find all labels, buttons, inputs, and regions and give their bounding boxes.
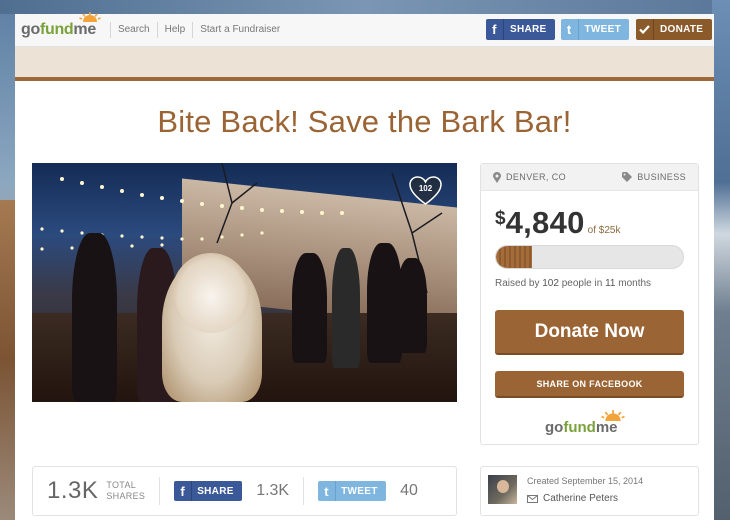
facebook-icon: f (174, 481, 193, 501)
photo-person (292, 253, 327, 363)
creator-info: Created September 15, 2014 Catherine Pet… (480, 466, 699, 516)
header-share-button[interactable]: f SHARE (486, 19, 555, 40)
nav-help[interactable]: Help (156, 22, 193, 38)
progress-fill (496, 246, 533, 268)
top-navbar: gofundme Search Help Start a Fundraiser … (15, 12, 714, 47)
photo-person (332, 248, 360, 368)
divider (303, 477, 305, 505)
divider (159, 477, 161, 505)
nav-search[interactable]: Search (109, 22, 157, 38)
avatar[interactable] (488, 475, 517, 504)
facebook-share-count: 1.3K (256, 482, 290, 499)
background-sky (0, 0, 730, 14)
category[interactable]: BUSINESS (622, 172, 686, 182)
checkmark-icon (636, 19, 654, 40)
twitter-icon: t (318, 481, 337, 501)
donation-sidebar: DENVER, CO BUSINESS $ 4,840 of $25k Rais… (480, 163, 699, 445)
amount-raised: $ 4,840 of $25k (495, 205, 621, 240)
envelope-icon (527, 494, 538, 503)
tweet-count: 40 (400, 482, 418, 499)
like-badge[interactable]: 102 (409, 176, 442, 206)
photo-person (397, 258, 427, 353)
twitter-icon: t (561, 19, 579, 40)
gofundme-footer-logo: gofundme (545, 410, 625, 436)
progress-bar (495, 245, 684, 269)
location[interactable]: DENVER, CO (493, 171, 566, 183)
raised-by-text: Raised by 102 people in 11 months (495, 278, 652, 289)
gofundme-logo[interactable]: gofundme (21, 12, 101, 39)
background-scenery-right (712, 0, 730, 520)
creator-contact[interactable]: Catherine Peters (527, 493, 618, 504)
photo-dog-head (172, 253, 250, 333)
main-nav: Search Help Start a Fundraiser (109, 21, 287, 39)
campaign-main: Bite Back! Save the Bark Bar! 102 DENVER… (15, 81, 714, 520)
campaign-title: Bite Back! Save the Bark Bar! (157, 104, 572, 139)
share-on-facebook-button[interactable]: SHARE ON FACEBOOK (495, 371, 684, 398)
sub-header-band (15, 47, 714, 77)
facebook-share-button[interactable]: f SHARE (174, 481, 243, 501)
campaign-meta: DENVER, CO BUSINESS (481, 164, 698, 191)
logo-sun-icon (79, 12, 101, 22)
donate-now-button[interactable]: Donate Now (495, 310, 684, 355)
tweet-button[interactable]: t TWEET (318, 481, 387, 501)
logo-sun-icon (601, 410, 625, 421)
nav-start-fundraiser[interactable]: Start a Fundraiser (192, 22, 287, 38)
header-donate-button[interactable]: DONATE (636, 19, 712, 40)
header-tweet-button[interactable]: t TWEET (561, 19, 629, 40)
total-shares-label: TOTAL SHARES (106, 480, 146, 501)
campaign-photo[interactable]: 102 (32, 163, 457, 402)
share-stats-bar: 1.3K TOTAL SHARES f SHARE 1.3K t TWEET 40 (32, 466, 457, 516)
created-date: Created September 15, 2014 (527, 476, 644, 486)
location-pin-icon (493, 171, 501, 183)
photo-person (72, 233, 117, 402)
tag-icon (622, 172, 633, 182)
like-count: 102 (418, 184, 433, 193)
total-shares-count: 1.3K (47, 477, 99, 504)
facebook-icon: f (486, 19, 504, 40)
